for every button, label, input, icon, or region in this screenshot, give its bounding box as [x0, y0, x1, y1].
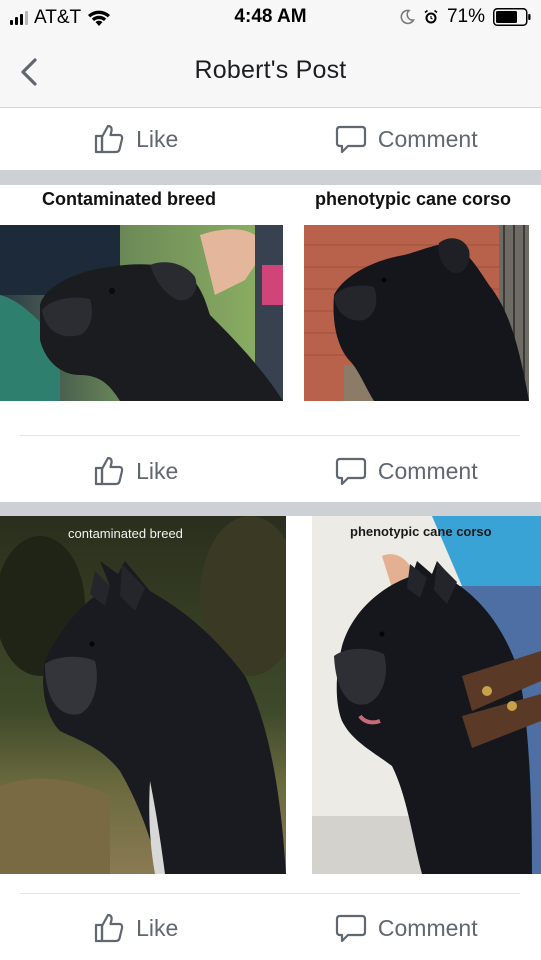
- page-title: Robert's Post: [194, 56, 347, 84]
- action-bar: Like Comment: [0, 897, 541, 959]
- dog-photo-phenotypic: [304, 225, 529, 401]
- action-bar: Like Comment: [0, 108, 541, 170]
- left-caption: Contaminated breed: [42, 189, 217, 209]
- comment-bubble-icon: [335, 457, 366, 486]
- post-separator: [0, 170, 541, 185]
- moon-icon: [400, 9, 415, 25]
- comment-button[interactable]: Comment: [271, 108, 541, 170]
- left-caption: contaminated breed: [68, 526, 183, 541]
- status-bar: AT&T 4:48 AM 71%: [0, 0, 541, 36]
- nav-header: Robert's Post: [0, 36, 541, 108]
- comparison-image-1[interactable]: Contaminated breed phenotypic cane corso: [0, 185, 541, 435]
- like-label: Like: [136, 914, 179, 941]
- comment-label: Comment: [377, 457, 478, 484]
- alarm-icon: [424, 9, 438, 24]
- thumbs-up-icon: [95, 124, 124, 154]
- like-button[interactable]: Like: [0, 897, 271, 959]
- right-caption: phenotypic cane corso: [315, 189, 512, 209]
- battery-percent: 71%: [446, 6, 485, 27]
- dog-photo-contaminated: [0, 225, 283, 401]
- like-label: Like: [136, 125, 179, 152]
- comment-bubble-icon: [335, 125, 366, 154]
- right-caption: phenotypic cane corso: [350, 524, 492, 539]
- divider: [20, 893, 520, 894]
- thumbs-up-icon: [95, 456, 124, 486]
- comment-button[interactable]: Comment: [271, 897, 541, 959]
- comparison-image-2[interactable]: contaminated breed phenotypic cane corso: [0, 516, 541, 876]
- divider: [20, 435, 520, 436]
- dog-photo-contaminated: contaminated breed: [0, 516, 286, 874]
- like-button[interactable]: Like: [0, 108, 271, 170]
- comment-label: Comment: [377, 914, 478, 941]
- comment-label: Comment: [377, 125, 478, 152]
- battery-icon: [493, 8, 531, 26]
- status-right: 71%: [399, 6, 531, 28]
- like-button[interactable]: Like: [0, 440, 271, 502]
- action-bar: Like Comment: [0, 440, 541, 502]
- thumbs-up-icon: [95, 913, 124, 943]
- dog-photo-phenotypic: phenotypic cane corso: [312, 516, 541, 874]
- comment-button[interactable]: Comment: [271, 440, 541, 502]
- post-separator: [0, 502, 541, 516]
- like-label: Like: [136, 457, 179, 484]
- comment-bubble-icon: [335, 914, 366, 943]
